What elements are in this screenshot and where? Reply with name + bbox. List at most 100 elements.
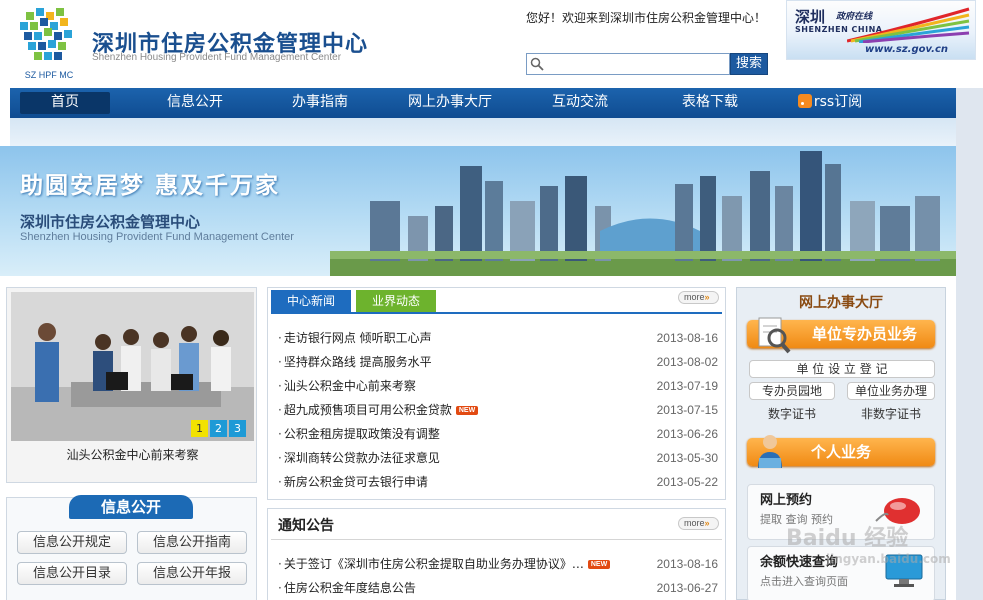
news-item[interactable]: 走访银行网点 倾听职工心声 2013-08-16: [278, 328, 718, 348]
nav-forms-download[interactable]: 表格下载: [665, 88, 755, 118]
news-more-button[interactable]: more»: [678, 291, 719, 304]
news-more-label: more: [684, 292, 705, 302]
news-title: 走访银行网点 倾听职工心声: [278, 328, 432, 348]
news-date: 2013-05-30: [656, 451, 718, 465]
photo-caption[interactable]: 汕头公积金中心前来考察: [7, 446, 258, 463]
mouse-icon: [874, 491, 924, 534]
info-rules-button[interactable]: 信息公开规定: [17, 531, 127, 554]
news-date: 2013-08-02: [656, 355, 718, 369]
notice-item[interactable]: 关于签订《深圳市住房公积金提取自助业务办理协议》…NEW 2013-08-16: [278, 554, 718, 574]
tab-center-news[interactable]: 中心新闻: [271, 290, 351, 312]
header: SZ HPF MC 深圳市住房公积金管理中心 Shenzhen Housing …: [0, 0, 983, 88]
info-guide-button[interactable]: 信息公开指南: [137, 531, 247, 554]
nav-interaction[interactable]: 互动交流: [535, 88, 625, 118]
news-photo[interactable]: 123: [11, 292, 254, 441]
slide-indicators: 123: [189, 420, 246, 437]
photo-slideshow: 123 汕头公积金中心前来考察: [6, 287, 257, 483]
slide-2-button[interactable]: 2: [210, 420, 227, 437]
online-hall-title: 网上办事大厅: [799, 295, 883, 311]
tab-industry-news[interactable]: 业界动态: [356, 290, 436, 312]
search-icon: [530, 57, 544, 74]
notice-more-button[interactable]: more»: [678, 517, 719, 530]
news-item[interactable]: 新房公积金贷可去银行申请 2013-05-22: [278, 472, 718, 492]
news-title-wrap: 超九成预售项目可用公积金贷款NEW: [278, 400, 479, 420]
tab-underline: [271, 312, 722, 314]
monitor-icon: [884, 553, 924, 592]
notice-panel: 通知公告 more» 关于签订《深圳市住房公积金提取自助业务办理协议》…NEW 2…: [267, 508, 726, 600]
city-skyline-image: [330, 151, 956, 276]
online-booking-title: 网上预约: [760, 493, 813, 508]
news-title: 公积金租房提取政策没有调整: [278, 424, 440, 444]
digital-cert-link[interactable]: 数字证书: [749, 406, 835, 424]
news-title: 超九成预售项目可用公积金贷款: [283, 403, 452, 417]
magnifier-document-icon: [753, 312, 793, 363]
unit-registration-link[interactable]: 单 位 设 立 登 记: [749, 360, 935, 378]
non-digital-cert-link[interactable]: 非数字证书: [847, 406, 935, 424]
unit-business-link[interactable]: 单位业务办理: [847, 382, 935, 400]
banner-org-name-en: Shenzhen Housing Provident Fund Manageme…: [20, 231, 294, 243]
news-item[interactable]: 汕头公积金中心前来考察 2013-07-19: [278, 376, 718, 396]
info-annual-report-button[interactable]: 信息公开年报: [137, 562, 247, 585]
info-public-panel: 信息公开 信息公开规定 信息公开指南 信息公开目录 信息公开年报: [6, 495, 257, 600]
welcome-text: 您好！欢迎来到深圳市住房公积金管理中心！: [526, 11, 767, 25]
search-box: [526, 53, 730, 75]
news-title: 坚持群众路线 提高服务水平: [278, 352, 432, 372]
banner-org-name: 深圳市住房公积金管理中心: [20, 213, 201, 231]
more-arrow-icon: »: [704, 518, 710, 528]
news-item[interactable]: 超九成预售项目可用公积金贷款NEW 2013-07-15: [278, 400, 718, 420]
search-button[interactable]: 搜索: [730, 53, 768, 75]
main-nav: 首页 信息公开 办事指南 网上办事大厅 互动交流 表格下载 rss订阅: [10, 88, 956, 118]
online-booking-card[interactable]: 网上预约 提取 查询 预约: [747, 484, 935, 540]
slide-1-button[interactable]: 1: [191, 420, 208, 437]
nav-guide[interactable]: 办事指南: [275, 88, 365, 118]
sz-gov-banner[interactable]: 深圳 政府在线 SHENZHEN CHINA www.sz.gov.cn: [786, 0, 976, 60]
notice-item-title: 关于签订《深圳市住房公积金提取自助业务办理协议》…: [283, 557, 584, 571]
news-date: 2013-08-16: [656, 331, 718, 345]
nav-info-public[interactable]: 信息公开: [150, 88, 240, 118]
nav-online-hall[interactable]: 网上办事大厅: [400, 88, 500, 118]
news-title: 汕头公积金中心前来考察: [278, 376, 416, 396]
news-date: 2013-07-15: [656, 403, 718, 417]
notice-divider: [271, 539, 722, 540]
nav-rss[interactable]: rss订阅: [795, 88, 865, 118]
hero-banner: 助圆安居梦 惠及千万家 深圳市住房公积金管理中心 Shenzhen Housin…: [0, 146, 956, 276]
staff-garden-link[interactable]: 专办员园地: [749, 382, 835, 400]
notice-item[interactable]: 住房公积金年度结息公告 2013-06-27: [278, 578, 718, 598]
news-date: 2013-05-22: [656, 475, 718, 489]
notice-item-title: 住房公积金年度结息公告: [278, 578, 416, 598]
slide-3-button[interactable]: 3: [229, 420, 246, 437]
sub-nav-bar: [10, 118, 956, 146]
notice-date: 2013-08-16: [656, 557, 718, 571]
person-icon: [753, 430, 787, 479]
nav-home[interactable]: 首页: [20, 92, 110, 114]
more-arrow-icon: »: [704, 292, 710, 302]
notice-more-label: more: [684, 518, 705, 528]
online-booking-sub: 提取 查询 预约: [760, 513, 833, 526]
unit-business-button[interactable]: 单位专办员业务: [747, 317, 935, 354]
balance-query-title: 余额快速查询: [760, 555, 839, 570]
news-date: 2013-06-26: [656, 427, 718, 441]
info-public-title: 信息公开: [69, 495, 193, 519]
new-badge: NEW: [455, 406, 479, 415]
balance-query-card[interactable]: 余额快速查询 点击进入查询页面: [747, 546, 935, 600]
news-item[interactable]: 公积金租房提取政策没有调整 2013-06-26: [278, 424, 718, 444]
news-panel: 中心新闻 业界动态 more» 走访银行网点 倾听职工心声2013-08-16 …: [267, 287, 726, 500]
news-item[interactable]: 深圳商转公贷款办法征求意见 2013-05-30: [278, 448, 718, 468]
site-logo[interactable]: SZ HPF MC: [16, 6, 82, 82]
new-badge: NEW: [587, 560, 611, 569]
page: SZ HPF MC 深圳市住房公积金管理中心 Shenzhen Housing …: [0, 0, 983, 600]
news-item[interactable]: 坚持群众路线 提高服务水平 2013-08-02: [278, 352, 718, 372]
gov-banner-swoosh: [847, 7, 970, 43]
personal-business-label: 个人业务: [810, 443, 871, 461]
personal-business-button[interactable]: 个人业务: [747, 435, 935, 468]
site-subtitle: Shenzhen Housing Provident Fund Manageme…: [92, 52, 342, 63]
gov-banner-cn: 深圳: [795, 8, 826, 26]
info-catalog-button[interactable]: 信息公开目录: [17, 562, 127, 585]
online-hall-panel: 网上办事大厅 单位专办员业务 单 位 设 立 登 记 专办员园地 单位业务办理 …: [736, 287, 946, 600]
news-title: 新房公积金贷可去银行申请: [278, 472, 428, 492]
notice-title-wrap: 关于签订《深圳市住房公积金提取自助业务办理协议》…NEW: [278, 554, 611, 574]
gov-banner-url: www.sz.gov.cn: [865, 44, 949, 55]
news-title: 深圳商转公贷款办法征求意见: [278, 448, 440, 468]
unit-business-label: 单位专办员业务: [811, 325, 917, 343]
search-input[interactable]: [547, 55, 725, 73]
